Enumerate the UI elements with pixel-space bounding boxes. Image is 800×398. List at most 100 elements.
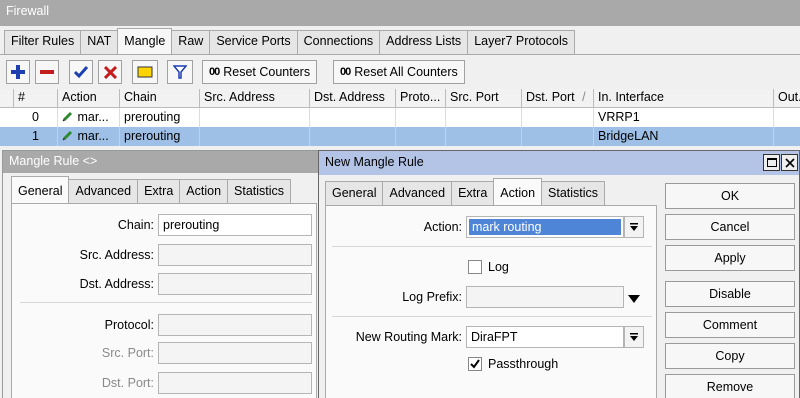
row-dst-port <box>522 127 594 146</box>
passthrough-label: Passthrough <box>488 357 559 371</box>
column-header-protocol[interactable]: Proto... <box>396 89 446 108</box>
tab-nat[interactable]: NAT <box>80 30 119 54</box>
table-row[interactable]: 1 mar... prerouting BridgeLAN <box>0 127 800 146</box>
chain-field[interactable]: prerouting <box>158 214 312 236</box>
row-in-interface: BridgeLAN <box>594 127 774 146</box>
plus-icon <box>11 65 25 79</box>
mark-pen-icon <box>62 111 73 122</box>
enable-button[interactable] <box>69 60 93 84</box>
tab-address-lists[interactable]: Address Lists <box>379 30 469 54</box>
tab-filter-rules[interactable]: Filter Rules <box>4 30 82 54</box>
routing-mark-dropdown-button[interactable] <box>624 326 644 348</box>
src-address-label: Src. Address: <box>79 248 154 262</box>
column-header-empty[interactable] <box>0 89 14 108</box>
tab-mangle[interactable]: Mangle <box>117 28 173 54</box>
log-label: Log <box>488 260 509 274</box>
tab-extra[interactable]: Extra <box>451 181 495 205</box>
column-header-dst-address[interactable]: Dst. Address <box>310 89 396 108</box>
tab-statistics[interactable]: Statistics <box>541 181 606 205</box>
copy-button[interactable]: Copy <box>665 343 795 369</box>
column-header-src-address[interactable]: Src. Address <box>200 89 310 108</box>
disable-button[interactable] <box>98 60 122 84</box>
remove-button[interactable] <box>35 60 59 84</box>
column-header-number[interactable]: # <box>14 89 58 108</box>
row-action: mar... <box>58 127 120 146</box>
filter-button[interactable] <box>167 60 193 84</box>
row-number: 1 <box>14 127 58 146</box>
dropdown-arrow-icon <box>630 333 638 341</box>
tab-general[interactable]: General <box>11 176 70 203</box>
tab-general[interactable]: General <box>325 181 384 205</box>
close-icon <box>784 157 795 168</box>
tab-service-ports[interactable]: Service Ports <box>209 30 298 54</box>
tab-action[interactable]: Action <box>179 179 229 203</box>
dst-address-label: Dst. Address: <box>79 277 154 291</box>
sort-indicator-icon: / <box>582 90 586 104</box>
column-header-chain[interactable]: Chain <box>120 89 200 108</box>
maximize-icon <box>766 158 777 167</box>
row-protocol <box>396 108 446 127</box>
passthrough-checkbox[interactable] <box>468 357 482 371</box>
ok-button[interactable]: OK <box>665 183 795 209</box>
comment-button[interactable]: Comment <box>665 312 795 338</box>
dst-port-field[interactable] <box>158 372 312 394</box>
tab-advanced[interactable]: Advanced <box>68 179 139 203</box>
column-header-src-port[interactable]: Src. Port <box>446 89 522 108</box>
reset-counters-button[interactable]: 00 Reset Counters <box>202 60 318 84</box>
row-protocol <box>396 127 446 146</box>
section-divider <box>332 246 652 247</box>
section-divider <box>332 316 652 317</box>
remove-button[interactable]: Remove <box>665 374 795 398</box>
new-mangle-rule-title-bar[interactable]: New Mangle Rule <box>319 151 799 175</box>
log-checkbox[interactable] <box>468 260 482 274</box>
firewall-tabs: Filter Rules NAT Mangle Raw Service Port… <box>4 28 575 54</box>
tab-raw[interactable]: Raw <box>171 30 211 54</box>
src-port-field[interactable] <box>158 342 312 364</box>
row-action: mar... <box>58 108 120 127</box>
general-panel: Chain: prerouting Src. Address: Dst. Add… <box>11 203 317 398</box>
counter-icon: 00 <box>209 66 220 78</box>
minus-icon <box>40 70 54 74</box>
protocol-field[interactable] <box>158 314 312 336</box>
add-button[interactable] <box>6 60 30 84</box>
action-select[interactable]: mark routing <box>466 216 624 238</box>
log-prefix-dropdown-button[interactable] <box>628 292 640 306</box>
reset-all-counters-button[interactable]: 00 Reset All Counters <box>333 60 465 84</box>
chain-label: Chain: <box>117 218 154 232</box>
action-dropdown-button[interactable] <box>624 216 644 238</box>
note-icon <box>137 66 153 78</box>
row-dst-address <box>310 127 396 146</box>
table-row[interactable]: 0 mar... prerouting VRRP1 <box>0 108 800 127</box>
dropdown-arrow-icon <box>630 223 638 231</box>
disable-button[interactable]: Disable <box>665 281 795 307</box>
reset-all-counters-label: Reset All Counters <box>354 65 458 79</box>
src-address-field[interactable] <box>158 244 312 266</box>
new-mangle-rule-tabs: General Advanced Extra Action Statistics <box>325 178 606 205</box>
column-header-dst-port[interactable]: Dst. Port / <box>522 89 594 108</box>
tab-layer7-protocols[interactable]: Layer7 Protocols <box>467 30 575 54</box>
row-chain: prerouting <box>120 127 200 146</box>
routing-mark-field[interactable]: DiraFPT <box>466 326 624 348</box>
tab-statistics[interactable]: Statistics <box>227 179 292 203</box>
mangle-rule-title-bar[interactable]: Mangle Rule <> <box>3 151 319 173</box>
row-src-address <box>200 127 310 146</box>
dst-address-field[interactable] <box>158 273 312 295</box>
column-header-in-interface[interactable]: In. Interface <box>594 89 774 108</box>
column-header-action[interactable]: Action <box>58 89 120 108</box>
column-header-out[interactable]: Out. <box>774 89 800 108</box>
apply-button[interactable]: Apply <box>665 245 795 271</box>
comment-button[interactable] <box>132 60 158 84</box>
tab-advanced[interactable]: Advanced <box>382 181 453 205</box>
firewall-title-bar: Firewall <box>0 0 800 26</box>
tab-action[interactable]: Action <box>493 178 543 205</box>
section-divider <box>20 302 312 303</box>
tab-connections[interactable]: Connections <box>296 30 381 54</box>
row-src-port <box>446 127 522 146</box>
checkmark-icon <box>74 66 88 79</box>
maximize-button[interactable] <box>763 154 780 171</box>
log-prefix-label: Log Prefix: <box>402 290 462 304</box>
tab-extra[interactable]: Extra <box>137 179 181 203</box>
cancel-button[interactable]: Cancel <box>665 214 795 240</box>
log-prefix-field[interactable] <box>466 286 624 308</box>
close-button[interactable] <box>781 154 798 171</box>
